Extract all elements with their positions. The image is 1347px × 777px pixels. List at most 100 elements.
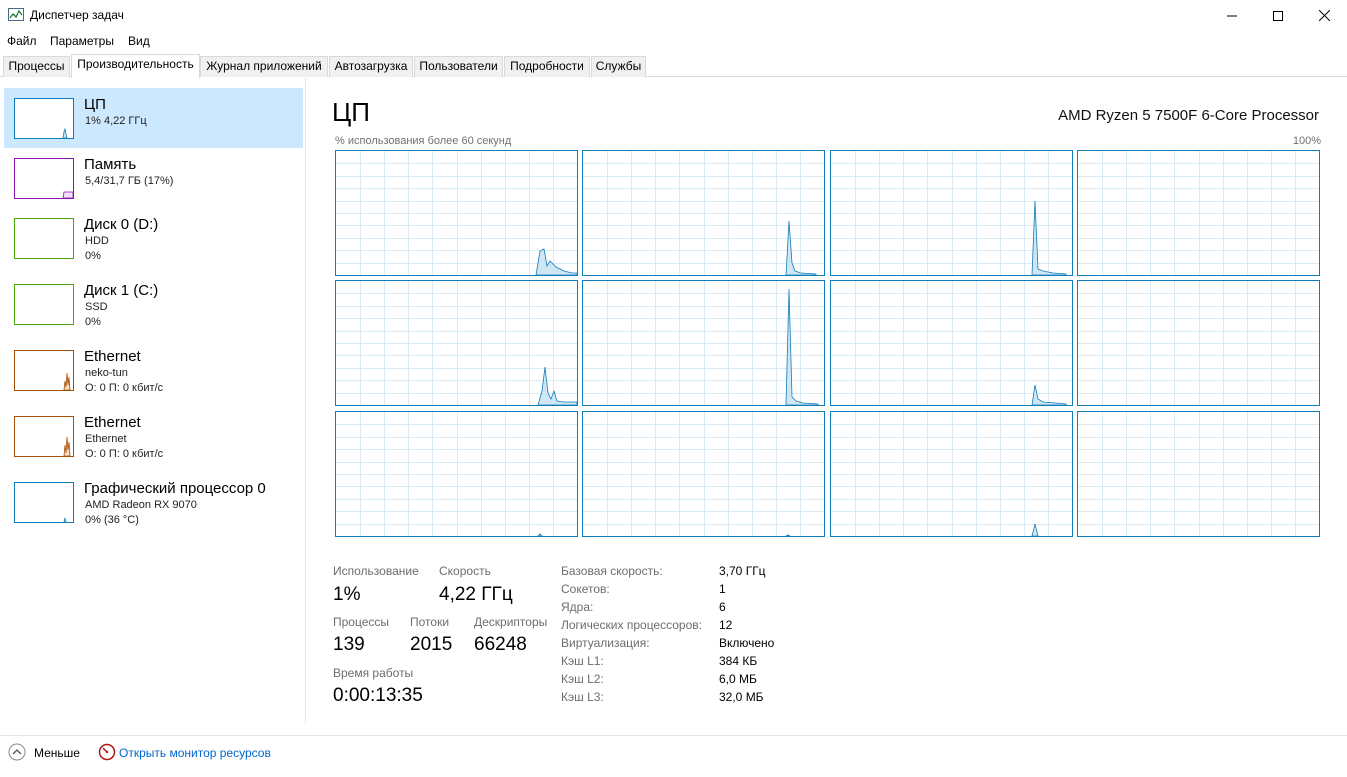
sidebar-item-detail: 0% xyxy=(85,316,101,328)
core-plot xyxy=(1078,412,1319,536)
network-mini-graph xyxy=(14,350,74,391)
tab-users[interactable]: Пользователи xyxy=(414,56,503,77)
maximize-button[interactable] xyxy=(1255,0,1301,31)
sidebar-item-disk-0[interactable]: Диск 0 (D:) HDD 0% xyxy=(4,208,303,268)
l2-cache-label: Кэш L2: xyxy=(561,672,604,686)
menu-view[interactable]: Вид xyxy=(128,34,150,48)
speed-value: 4,22 ГГц xyxy=(439,584,513,605)
sidebar-item-adapter: AMD Radeon RX 9070 xyxy=(85,499,197,511)
core-plot xyxy=(583,412,824,536)
sidebar-item-detail: О: 0 П: 0 кбит/с xyxy=(85,382,164,394)
tab-strip: Процессы Производительность Журнал прило… xyxy=(0,54,1347,78)
usage-area xyxy=(535,248,577,275)
sockets-label: Сокетов: xyxy=(561,582,610,596)
handles-value: 66248 xyxy=(474,634,527,655)
sidebar-item-cpu[interactable]: ЦП 1% 4,22 ГГц xyxy=(4,88,303,148)
close-button[interactable] xyxy=(1301,0,1347,31)
l1-cache-value: 384 КБ xyxy=(719,654,758,668)
sidebar-item-title: Ethernet xyxy=(84,414,141,431)
graph-max-label: 100% xyxy=(1292,135,1321,147)
sidebar-item-memory[interactable]: Память 5,4/31,7 ГБ (17%) xyxy=(4,148,303,208)
uptime-value: 0:00:13:35 xyxy=(333,685,423,706)
cpu-core-graph xyxy=(830,411,1073,537)
sidebar-item-title: Графический процессор 0 xyxy=(84,480,266,497)
window-title: Диспетчер задач xyxy=(30,8,124,22)
cpu-core-graph xyxy=(335,411,578,537)
usage-area xyxy=(537,366,577,405)
usage-area xyxy=(537,533,543,536)
l1-cache-label: Кэш L1: xyxy=(561,654,604,668)
cpu-core-graph xyxy=(1077,411,1320,537)
tab-processes[interactable]: Процессы xyxy=(3,56,70,77)
network-mini-graph xyxy=(14,416,74,457)
sidebar-item-title: Память xyxy=(84,156,137,173)
sidebar-item-title: Диск 1 (C:) xyxy=(84,282,159,299)
sidebar-item-type: SSD xyxy=(85,301,108,313)
threads-value: 2015 xyxy=(410,634,453,655)
logical-processors-value: 12 xyxy=(719,618,733,632)
title-bar: Диспетчер задач xyxy=(0,0,1347,31)
processes-value: 139 xyxy=(333,634,365,655)
cpu-core-graph xyxy=(582,411,825,537)
usage-area xyxy=(785,534,791,536)
l3-cache-label: Кэш L3: xyxy=(561,690,604,704)
open-resource-monitor-link[interactable]: Открыть монитор ресурсов xyxy=(119,746,271,760)
core-plot xyxy=(336,281,577,405)
tab-startup[interactable]: Автозагрузка xyxy=(329,56,413,77)
virtualization-label: Виртуализация: xyxy=(561,636,650,650)
usage-area xyxy=(1031,523,1039,536)
menu-file[interactable]: Файл xyxy=(7,34,37,48)
graph-caption: % использования более 60 секунд xyxy=(335,135,512,147)
tab-performance[interactable]: Производительность xyxy=(71,54,200,78)
footer-bar: Меньше Открыть монитор ресурсов xyxy=(0,735,1347,777)
l2-cache-value: 6,0 МБ xyxy=(719,672,757,686)
sidebar-item-title: Ethernet xyxy=(84,348,141,365)
sockets-value: 1 xyxy=(719,582,726,596)
tab-app-history[interactable]: Журнал приложений xyxy=(200,56,328,77)
usage-label: Использование xyxy=(333,564,419,578)
sidebar-item-disk-1[interactable]: Диск 1 (C:) SSD 0% xyxy=(4,274,303,334)
core-plot xyxy=(1078,281,1319,405)
sidebar-item-title: ЦП xyxy=(84,96,106,113)
cpu-model-name: AMD Ryzen 5 7500F 6-Core Processor xyxy=(1058,107,1319,124)
cpu-core-graph xyxy=(830,280,1073,406)
cpu-core-graph xyxy=(1077,150,1320,276)
l3-cache-value: 32,0 МБ xyxy=(719,690,764,704)
gpu-mini-graph xyxy=(14,482,74,523)
cpu-core-graph xyxy=(335,280,578,406)
disk-mini-graph xyxy=(14,218,74,259)
sidebar-item-detail: 5,4/31,7 ГБ (17%) xyxy=(85,175,174,187)
sidebar-item-type: HDD xyxy=(85,235,109,247)
task-manager-icon xyxy=(8,8,24,22)
core-plot xyxy=(831,151,1072,275)
cores-label: Ядра: xyxy=(561,600,594,614)
core-plot xyxy=(1078,151,1319,275)
resource-sidebar: ЦП 1% 4,22 ГГц Память 5,4/31,7 ГБ (17%) … xyxy=(0,78,306,723)
cpu-core-graph xyxy=(830,150,1073,276)
cpu-core-graph xyxy=(582,280,825,406)
base-speed-label: Базовая скорость: xyxy=(561,564,663,578)
threads-label: Потоки xyxy=(410,615,450,629)
sidebar-item-ethernet-1[interactable]: Ethernet neko-tun О: 0 П: 0 кбит/с xyxy=(4,340,303,400)
memory-mini-graph xyxy=(14,158,74,199)
fewer-details-button[interactable]: Меньше xyxy=(34,746,80,760)
core-plot xyxy=(583,151,824,275)
tab-details[interactable]: Подробности xyxy=(504,56,590,77)
sidebar-item-adapter: neko-tun xyxy=(85,367,128,379)
sidebar-item-detail: О: 0 П: 0 кбит/с xyxy=(85,448,164,460)
sidebar-item-ethernet-2[interactable]: Ethernet Ethernet О: 0 П: 0 кбит/с xyxy=(4,406,303,466)
tab-services[interactable]: Службы xyxy=(591,56,646,77)
cpu-core-graph xyxy=(1077,280,1320,406)
core-plot xyxy=(336,412,577,536)
handles-label: Дескрипторы xyxy=(474,615,548,629)
sidebar-item-adapter: Ethernet xyxy=(85,433,127,445)
menu-options[interactable]: Параметры xyxy=(50,34,114,48)
sidebar-item-detail: 1% 4,22 ГГц xyxy=(85,115,147,127)
cores-value: 6 xyxy=(719,600,726,614)
uptime-label: Время работы xyxy=(333,666,414,680)
minimize-button[interactable] xyxy=(1209,0,1255,31)
sidebar-item-gpu[interactable]: Графический процессор 0 AMD Radeon RX 90… xyxy=(4,472,303,532)
chevron-up-icon[interactable] xyxy=(8,743,26,766)
base-speed-value: 3,70 ГГц xyxy=(719,564,766,578)
speed-label: Скорость xyxy=(439,564,491,578)
